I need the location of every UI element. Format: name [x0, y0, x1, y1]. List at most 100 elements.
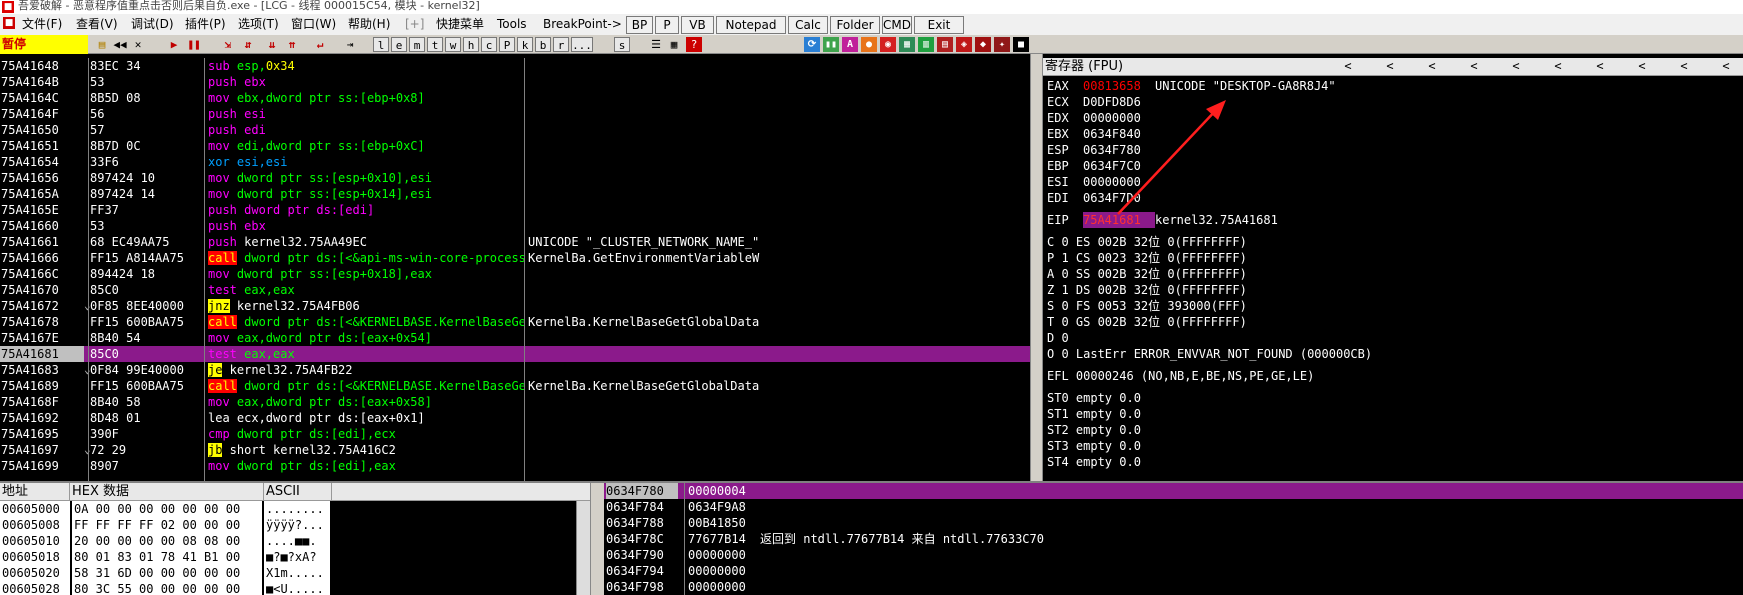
disasm-row[interactable]: 75A41670 85C0 test eax,eax	[0, 282, 1030, 298]
toolbar-button-c[interactable]: c	[481, 37, 497, 52]
disasm-row[interactable]: 75A41650 57 push edi	[0, 122, 1030, 138]
chevron-left-icon[interactable]: <	[1551, 58, 1565, 75]
dump-scrollbar[interactable]	[576, 501, 590, 595]
flag-row[interactable]: D 0	[1047, 330, 1069, 346]
refresh-icon[interactable]: ⟳	[804, 37, 820, 52]
chevron-left-icon[interactable]: <	[1467, 58, 1481, 75]
stack-pane[interactable]: 0634F780 00000004 0634F784 0634F9A8 0634F788…	[604, 483, 1743, 595]
stack-row[interactable]: 0634F784 0634F9A8	[604, 499, 1743, 515]
fpu-row[interactable]: ST4 empty 0.0	[1047, 454, 1141, 470]
register-row[interactable]: EAX 00813658 UNICODE "DESKTOP-GA8R8J4"	[1047, 78, 1336, 94]
disasm-row[interactable]: 75A41651 8B7D 0C mov edi,dword ptr ss:[ebp…	[0, 138, 1030, 154]
fpu-row[interactable]: ST3 empty 0.0	[1047, 438, 1141, 454]
disasm-row[interactable]: 75A41678 FF15 600BAA75 call dword ptr ds:[…	[0, 314, 1030, 330]
bookmark-icon[interactable]: ◈	[956, 37, 972, 52]
registers-pane[interactable]: 寄存器 (FPU) < < < < < < < < < < EAX 0081365…	[1043, 58, 1743, 481]
table-icon[interactable]: ▦	[899, 37, 915, 52]
chevron-left-icon[interactable]: <	[1719, 58, 1733, 75]
disasm-row[interactable]: 75A41656 897424 10 mov dword ptr ss:[esp+0…	[0, 170, 1030, 186]
disasm-row[interactable]: 75A41689 FF15 600BAA75 call dword ptr ds:[…	[0, 378, 1030, 394]
disasm-row[interactable]: 75A4168F 8B40 58 mov eax,dword ptr ds:[eax…	[0, 394, 1030, 410]
stack-row[interactable]: 0634F790 00000000	[604, 547, 1743, 563]
disasm-row[interactable]: 75A41654 33F6 xor esi,esi	[0, 154, 1030, 170]
close-icon[interactable]: ✕	[130, 37, 146, 52]
disasm-row[interactable]: 75A41683⌄0F84 99E40000je kernel32.75A4FB…	[0, 362, 1030, 378]
menu-window[interactable]: 窗口(W)	[291, 16, 336, 32]
quick-bp-button[interactable]: BP	[626, 16, 653, 34]
chevron-left-icon[interactable]: <	[1635, 58, 1649, 75]
disasm-row[interactable]: 75A41699 8907 mov dword ptr ds:[edi],eax	[0, 458, 1030, 474]
toolbar-button-r[interactable]: r	[553, 37, 569, 52]
rewind-icon[interactable]: ◀◀	[112, 37, 128, 52]
register-value[interactable]: 00000000	[1083, 174, 1155, 190]
toolbar-button-l[interactable]: l	[373, 37, 389, 52]
toolbar-button-w[interactable]: w	[445, 37, 461, 52]
toolbar-button-b[interactable]: b	[535, 37, 551, 52]
trace-into-icon[interactable]: ⇊	[264, 37, 280, 52]
step-over-icon[interactable]: ⇵	[240, 37, 256, 52]
memory-dump-pane[interactable]: 地址 HEX 数据 ASCII 00605000 0A 00 00 00 00 0…	[0, 483, 590, 595]
help-icon[interactable]: ?	[686, 37, 702, 52]
menu-expand[interactable]: [+]	[405, 16, 424, 32]
quick-vb-button[interactable]: VB	[681, 16, 714, 34]
dump-row[interactable]: 00605010 20 00 00 00 00 08 08 00 ....■■.	[0, 533, 590, 549]
crack-icon[interactable]: ◆	[975, 37, 991, 52]
stack-row[interactable]: 0634F788 00B41850	[604, 515, 1743, 531]
toolbar-button-p[interactable]: P	[499, 37, 515, 52]
fpu-row[interactable]: ST0 empty 0.0	[1047, 390, 1141, 406]
register-value[interactable]: 75A41681	[1083, 212, 1155, 228]
disasm-row[interactable]: 75A41681 85C0 test eax,eax	[0, 346, 1030, 362]
stack-row[interactable]: 0634F78C 77677B14 返回到 ntdll.77677B14 来自 nt…	[604, 531, 1743, 547]
fpu-row[interactable]: ST1 empty 0.0	[1047, 406, 1141, 422]
dump-row[interactable]: 00605008 FF FF FF FF 02 00 00 00 ÿÿÿÿ?...	[0, 517, 590, 533]
dump-row[interactable]: 00605028 80 3C 55 00 00 00 00 00 ■<U.....	[0, 581, 590, 595]
toolbar-button-more[interactable]: ...	[571, 37, 593, 52]
disasm-row[interactable]: 75A41660 53 push ebx	[0, 218, 1030, 234]
menu-options[interactable]: 选项(T)	[238, 16, 279, 32]
flag-row[interactable]: C 0 ES 002B 32位 0(FFFFFFFF)	[1047, 234, 1247, 250]
disasm-row[interactable]: 75A4166C 894424 18 mov dword ptr ss:[esp+0…	[0, 266, 1030, 282]
dump-header-ascii[interactable]: ASCII	[264, 483, 332, 501]
menu-view[interactable]: 查看(V)	[76, 16, 118, 32]
plugin-icon[interactable]: ▮▮	[823, 37, 839, 52]
toolbar-button-m[interactable]: m	[409, 37, 425, 52]
quick-calc-button[interactable]: Calc	[788, 16, 828, 34]
flag-row[interactable]: O 0 LastErr ERROR_ENVVAR_NOT_FOUND (0000…	[1047, 346, 1372, 362]
trace-over-icon[interactable]: ⇈	[284, 37, 300, 52]
quick-folder-button[interactable]: Folder	[830, 16, 880, 34]
menu-quick[interactable]: 快捷菜单	[436, 16, 484, 32]
menu-debug[interactable]: 调试(D)	[131, 16, 174, 32]
execute-till-return-icon[interactable]: ↵	[312, 37, 328, 52]
disassembly-pane[interactable]: 75A41648 83EC 34 sub esp,0x34 75A4164B 53 pus…	[0, 58, 1030, 481]
register-row[interactable]: EDI 0634F7D0	[1047, 190, 1155, 206]
list-icon[interactable]: ☰	[648, 37, 664, 52]
menu-breakpoint[interactable]: BreakPoint->	[543, 16, 622, 32]
register-row[interactable]: EBX 0634F840	[1047, 126, 1155, 142]
disasm-row[interactable]: 75A41692 8D48 01 lea ecx,dword ptr ds:[eax…	[0, 410, 1030, 426]
hash-icon[interactable]: ▤	[937, 37, 953, 52]
efl-row[interactable]: EFL 00000246 (NO,NB,E,BE,NS,PE,GE,LE)	[1047, 368, 1314, 384]
chevron-left-icon[interactable]: <	[1341, 58, 1355, 75]
menu-plugins[interactable]: 插件(P)	[185, 16, 226, 32]
menu-tools[interactable]: Tools	[497, 16, 527, 32]
chart-icon[interactable]: ▥	[918, 37, 934, 52]
dump-row[interactable]: 00605020 58 31 6D 00 00 00 00 00 X1m.....	[0, 565, 590, 581]
register-row[interactable]: ESI 00000000	[1047, 174, 1155, 190]
dump-row[interactable]: 00605000 0A 00 00 00 00 00 00 00........	[0, 501, 590, 517]
register-value[interactable]: 00813658	[1083, 78, 1155, 94]
toolbar-button-h[interactable]: h	[463, 37, 479, 52]
register-row[interactable]: ECX D0DFD8D6	[1047, 94, 1155, 110]
chevron-left-icon[interactable]: <	[1383, 58, 1397, 75]
toolbar-button-k[interactable]: k	[517, 37, 533, 52]
dump-header-hex[interactable]: HEX 数据	[70, 483, 264, 501]
quick-cmd-button[interactable]: CMD	[882, 16, 912, 34]
system-menu-icon[interactable]: ■	[3, 17, 15, 29]
black-icon[interactable]: ■	[1013, 37, 1029, 52]
circle-icon[interactable]: ●	[861, 37, 877, 52]
quick-notepad-button[interactable]: Notepad	[716, 16, 786, 34]
disasm-row[interactable]: 75A41695 390F cmp dword ptr ds:[edi],ecx	[0, 426, 1030, 442]
register-value[interactable]: 0634F780	[1083, 142, 1155, 158]
disasm-row[interactable]: 75A41672⌄0F85 8EE40000jnz kernel32.75A4F…	[0, 298, 1030, 314]
register-value[interactable]: 0634F7D0	[1083, 190, 1155, 206]
step-into-icon[interactable]: ⇲	[220, 37, 236, 52]
